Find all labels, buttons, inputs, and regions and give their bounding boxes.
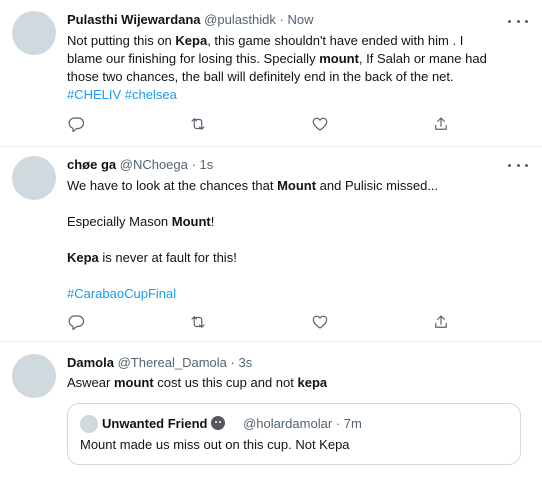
avatar[interactable] <box>12 354 56 398</box>
text-bold: Kepa <box>175 33 208 48</box>
author-handle[interactable]: @Thereal_Damola <box>118 355 227 370</box>
quoted-tweet[interactable]: Unwanted Friend @holardamolar · 7m Mount… <box>67 403 521 465</box>
text-span: We have to look at the chances that <box>67 178 278 193</box>
text-bold: Mount <box>171 214 211 229</box>
author-name[interactable]: Damola <box>67 355 114 370</box>
quoted-timestamp: 7m <box>343 416 362 431</box>
text-bold: kepa <box>297 375 328 390</box>
quoted-author-handle: @holardamolar <box>243 416 333 431</box>
more-icon[interactable] <box>508 158 528 172</box>
text-span: cost us this cup and not <box>153 375 298 390</box>
hashtags[interactable]: #CHELIV #chelsea <box>67 86 515 104</box>
tweet-header: Damola @Thereal_Damola · 3s <box>67 354 252 372</box>
text-bold: mount <box>113 375 154 390</box>
share-icon[interactable] <box>432 313 450 331</box>
text-span: blame our finishing for losing this. Spe… <box>67 51 320 66</box>
text-span: , If Salah or mane had <box>358 51 487 66</box>
quoted-author-name: Unwanted Friend <box>102 416 208 431</box>
action-bar <box>67 115 457 133</box>
text-span: Especially Mason <box>67 214 172 229</box>
action-bar <box>67 313 457 331</box>
avatar[interactable] <box>12 156 56 200</box>
tweet-text: We have to look at the chances that Moun… <box>67 177 515 303</box>
text-span: Aswear <box>67 375 114 390</box>
quoted-header: Unwanted Friend @holardamolar · 7m <box>102 415 362 433</box>
reply-icon[interactable] <box>67 115 85 133</box>
tweet-text: Not putting this on Kepa, this game shou… <box>67 32 515 104</box>
separator: · <box>230 355 235 370</box>
text-span: Not putting this on <box>67 33 176 48</box>
text-bold: Kepa <box>67 250 99 265</box>
separator: · <box>335 416 341 431</box>
timestamp[interactable]: Now <box>288 12 314 27</box>
author-handle[interactable]: @NChoega <box>120 157 188 172</box>
text-span: and Pulisic missed... <box>316 178 439 193</box>
author-handle[interactable]: @pulasthidk <box>204 12 276 27</box>
tweet-text: Aswear mount cost us this cup and not ke… <box>67 374 515 392</box>
heart-icon[interactable] <box>311 115 329 133</box>
text-bold: Mount <box>277 178 317 193</box>
hashtags[interactable]: #CarabaoCupFinal <box>67 285 515 303</box>
tweet-header: Pulasthi Wijewardana @pulasthidk · Now <box>67 11 314 29</box>
text-span: those two chances, the ball will definit… <box>67 69 454 84</box>
author-name[interactable]: Pulasthi Wijewardana <box>67 12 201 27</box>
quoted-avatar <box>80 415 98 433</box>
avatar[interactable] <box>12 11 56 55</box>
tweet[interactable]: Pulasthi Wijewardana @pulasthidk · Now N… <box>0 0 542 147</box>
pensive-face-icon <box>211 416 226 430</box>
timestamp[interactable]: 3s <box>239 355 253 370</box>
tweet[interactable]: chøe ga @NChoega · 1s We have to look at… <box>0 147 542 342</box>
text-span: ! <box>210 214 215 229</box>
text-span: , this game shouldn't have ended with hi… <box>207 33 464 48</box>
text-span: is never at fault for this! <box>98 250 237 265</box>
heart-icon[interactable] <box>311 313 329 331</box>
separator: · <box>279 12 284 27</box>
retweet-icon[interactable] <box>189 313 207 331</box>
tweet[interactable]: Damola @Thereal_Damola · 3s Aswear mount… <box>0 342 542 481</box>
retweet-icon[interactable] <box>189 115 207 133</box>
timestamp[interactable]: 1s <box>199 157 213 172</box>
tweet-header: chøe ga @NChoega · 1s <box>67 156 213 174</box>
separator: · <box>191 157 196 172</box>
share-icon[interactable] <box>432 115 450 133</box>
text-bold: mount <box>319 51 359 66</box>
more-icon[interactable] <box>508 14 528 28</box>
author-name[interactable]: chøe ga <box>67 157 116 172</box>
reply-icon[interactable] <box>67 313 85 331</box>
quoted-text: Mount made us miss out on this cup. Not … <box>80 437 350 452</box>
